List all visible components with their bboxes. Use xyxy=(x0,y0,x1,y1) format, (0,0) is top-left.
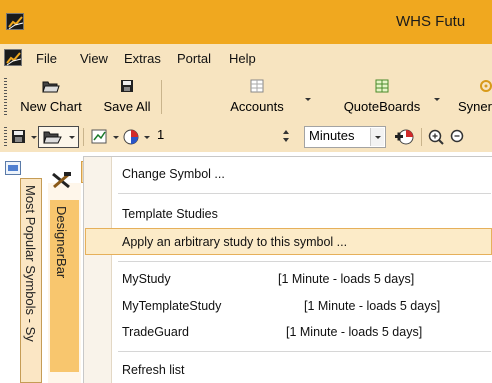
save-disk-icon xyxy=(121,80,133,92)
menu-extras[interactable]: Extras xyxy=(124,51,161,66)
chart-settings-button[interactable] xyxy=(90,126,110,148)
open-study-button[interactable] xyxy=(38,126,79,148)
menu-portal[interactable]: Portal xyxy=(177,51,211,66)
window-title: WHS Futu xyxy=(396,13,466,30)
study-name: MyTemplateStudy xyxy=(122,299,222,313)
menu-help[interactable]: Help xyxy=(229,51,256,66)
chart-settings-dropdown-arrow[interactable] xyxy=(113,136,119,139)
menu-separator xyxy=(118,261,491,262)
folder-open-icon xyxy=(43,131,62,144)
folder-open-icon xyxy=(42,81,60,93)
toolbar-separator xyxy=(83,128,84,146)
save-all-label: Save All xyxy=(103,99,151,114)
menu-item-template-studies[interactable]: Template Studies xyxy=(85,200,492,227)
interval-spinner[interactable] xyxy=(281,129,291,145)
tools-icon[interactable] xyxy=(50,171,74,189)
zoom-in-button[interactable] xyxy=(426,126,446,148)
study-name: TradeGuard xyxy=(122,325,189,339)
spin-up-icon[interactable] xyxy=(283,130,289,134)
interval-unit: Minutes xyxy=(309,128,355,143)
menu-file[interactable]: File xyxy=(36,51,57,66)
save-disk-icon xyxy=(12,130,25,143)
apply-study-label: Apply an arbitrary study to this symbol … xyxy=(122,235,348,249)
quoteboards-label: QuoteBoards xyxy=(343,99,421,114)
panel-toggle-fill xyxy=(8,165,18,171)
designer-bar-tab[interactable]: DesignerBar xyxy=(50,200,79,372)
new-chart-button[interactable]: New Chart xyxy=(8,76,94,118)
new-chart-label: New Chart xyxy=(20,99,82,114)
menu-bar: File View Extras Portal Help xyxy=(0,44,492,72)
interval-value-input[interactable]: 1 xyxy=(153,126,294,148)
spin-down-icon[interactable] xyxy=(283,138,289,142)
interval-unit-select[interactable]: Minutes xyxy=(304,126,386,148)
interval-value: 1 xyxy=(157,127,165,142)
add-study-button[interactable] xyxy=(394,126,416,148)
most-popular-symbols-tab[interactable]: Most Popular Symbols - Sy xyxy=(20,178,42,383)
toolbar-separator xyxy=(421,128,422,146)
app-icon[interactable] xyxy=(6,13,24,30)
template-studies-label: Template Studies xyxy=(122,207,218,221)
menu-separator xyxy=(118,193,491,194)
menu-item-change-symbol[interactable]: Change Symbol ... xyxy=(85,160,492,187)
save-dropdown-arrow[interactable] xyxy=(31,136,37,139)
save-all-button[interactable]: Save All xyxy=(94,76,160,118)
save-button[interactable] xyxy=(10,126,28,148)
interval-dropdown-arrow[interactable] xyxy=(144,136,150,139)
chart-toolbar: 1 Minutes xyxy=(0,122,492,152)
menu-view[interactable]: View xyxy=(80,51,108,66)
study-info: [1 Minute - loads 5 days] xyxy=(278,272,415,286)
study-name: MyStudy xyxy=(122,272,171,286)
synergy-label: Syner xyxy=(458,99,492,114)
study-info: [1 Minute - loads 5 days] xyxy=(286,325,423,339)
panel-toggle-icon[interactable] xyxy=(5,161,21,175)
menu-item-tradeguard[interactable]: TradeGuard [1 Minute - loads 5 days] xyxy=(85,318,492,345)
title-bar: WHS Futu xyxy=(0,0,492,44)
accounts-button[interactable]: Accounts xyxy=(214,76,300,118)
study-info: [1 Minute - loads 5 days] xyxy=(304,299,441,313)
menu-item-apply-study[interactable]: Apply an arbitrary study to this symbol … xyxy=(85,228,492,255)
most-popular-symbols-label: Most Popular Symbols - Sy xyxy=(23,185,38,342)
accounts-grid-icon xyxy=(250,79,264,93)
designer-bar-label: DesignerBar xyxy=(54,206,69,279)
menu-item-mytemplatestudy[interactable]: MyTemplateStudy [1 Minute - loads 5 days… xyxy=(85,292,492,319)
zoom-out-button[interactable] xyxy=(448,126,468,148)
open-study-dropdown-arrow[interactable] xyxy=(69,136,75,139)
zoom-out-icon xyxy=(450,129,464,143)
quoteboards-button[interactable]: QuoteBoards xyxy=(330,76,434,118)
accounts-label: Accounts xyxy=(230,99,284,114)
select-arrow-button[interactable] xyxy=(370,128,384,146)
study-dropdown-menu: Change Symbol ... Template Studies Apply… xyxy=(83,156,492,383)
synergy-icon xyxy=(480,80,492,92)
change-symbol-label: Change Symbol ... xyxy=(122,167,225,181)
interval-button[interactable] xyxy=(122,126,142,148)
quoteboards-dropdown-arrow[interactable] xyxy=(434,98,440,101)
main-toolbar: New Chart Save All Accounts QuoteBoards … xyxy=(0,72,492,122)
menu-item-mystudy[interactable]: MyStudy [1 Minute - loads 5 days] xyxy=(85,265,492,292)
zoom-in-icon xyxy=(428,129,444,145)
app-menu-icon[interactable] xyxy=(4,49,22,66)
toolbar-separator xyxy=(161,80,162,114)
toolbar-grip[interactable] xyxy=(4,78,7,116)
chart-settings-icon xyxy=(91,129,107,144)
clock-icon xyxy=(123,129,139,145)
add-study-icon xyxy=(395,129,414,145)
refresh-list-label: Refresh list xyxy=(122,363,185,377)
quoteboards-grid-icon xyxy=(375,79,389,93)
chevron-down-icon xyxy=(375,136,381,139)
synergy-button[interactable]: Syner xyxy=(452,76,492,118)
accounts-dropdown-arrow[interactable] xyxy=(305,98,311,101)
menu-item-refresh-list[interactable]: Refresh list xyxy=(85,356,492,383)
toolbar-grip[interactable] xyxy=(4,127,7,147)
menu-separator xyxy=(118,351,491,352)
